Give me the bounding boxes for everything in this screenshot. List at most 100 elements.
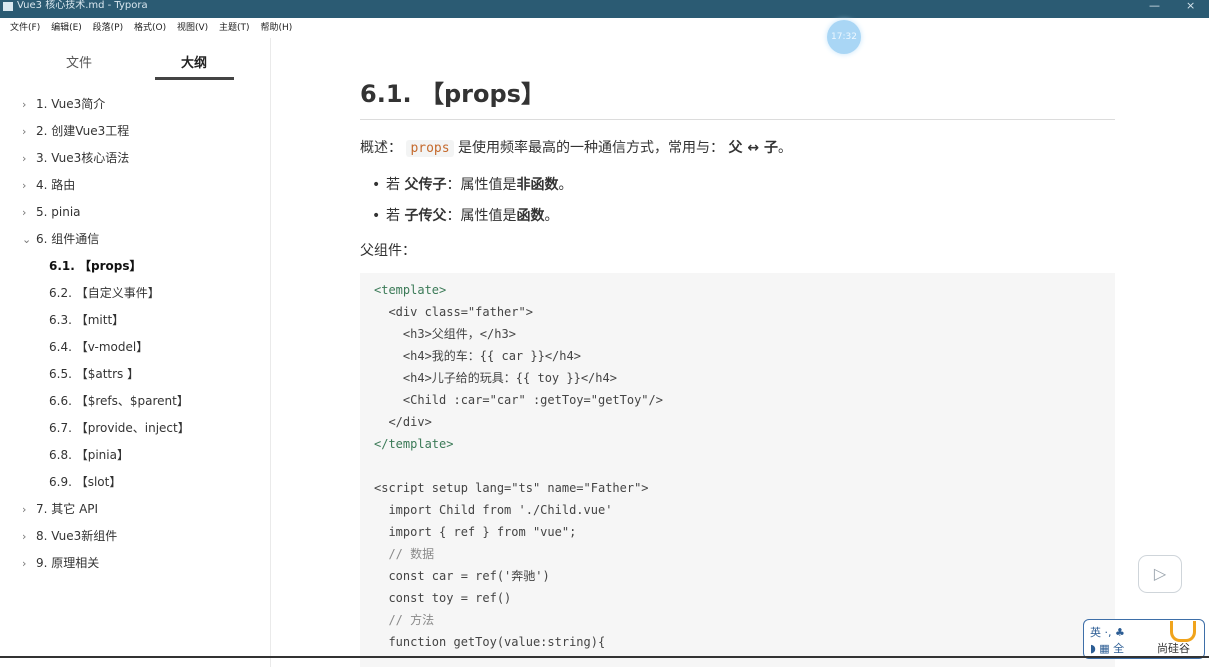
outline-item-9[interactable]: › 9. 原理相关 [22, 553, 99, 573]
code-line-16: // 方法 [374, 613, 435, 627]
bullet-end: 。 [544, 208, 559, 224]
outline-item-label: 6. 组件通信 [36, 232, 100, 246]
code-block[interactable]: <template> <div class="father"> <h3>父组件，… [360, 273, 1115, 667]
menu-edit[interactable]: 编辑(E) [51, 18, 82, 38]
outline-item-3[interactable]: › 3. Vue3核心语法 [22, 148, 129, 168]
chevron-right-icon: › [22, 152, 27, 165]
active-tab-indicator [155, 77, 234, 80]
menu-format[interactable]: 格式(O) [134, 18, 166, 38]
outline-subitem-6-6[interactable]: 6.6. 【$refs、$parent】 [49, 391, 189, 411]
code-line-14: const car = ref('奔驰') [374, 569, 550, 583]
outline-item-2[interactable]: › 2. 创建Vue3工程 [22, 121, 129, 141]
code-line-7: </div> [374, 415, 432, 429]
summary-prefix: 概述： [360, 140, 402, 156]
heading-divider [360, 119, 1115, 120]
outline-subitem-6-5[interactable]: 6.5. 【$attrs 】 [49, 364, 139, 384]
bottom-divider [0, 656, 1209, 658]
code-line-2: <div class="father"> [374, 305, 533, 319]
editor-content[interactable]: 6.1. 【props】 概述： props 是使用频率最高的一种通信方式，常用… [271, 38, 1209, 667]
chevron-right-icon: › [22, 206, 27, 219]
outline-subitem-6-4[interactable]: 6.4. 【v-model】 [49, 337, 148, 357]
chevron-right-icon: › [22, 503, 27, 516]
summary-end: 。 [777, 140, 792, 156]
chevron-right-icon: › [22, 557, 27, 570]
brand-logo-icon [1170, 621, 1196, 642]
sidebar: 文件 大纲 › 1. Vue3简介 › 2. 创建Vue3工程 › 3. Vue3核心… [0, 38, 271, 667]
ime-status-line1: 英 ·, ♣ [1090, 626, 1125, 639]
code-line-8: </template> [374, 437, 454, 451]
outline-subitem-6-8[interactable]: 6.8. 【pinia】 [49, 445, 129, 465]
ime-status-line2: ◗ ▦ 全 [1090, 642, 1125, 655]
outline-item-label: 2. 创建Vue3工程 [36, 124, 130, 138]
summary-bold: 父 ↔ 子 [728, 140, 778, 156]
bullet-item-1: • 若 父传子：属性值是非函数。 [372, 174, 572, 194]
bullet-mid: ：属性值是 [446, 208, 517, 224]
bullet-bold: 函数 [516, 208, 545, 224]
outline-item-4[interactable]: › 4. 路由 [22, 175, 75, 195]
outline-item-8[interactable]: › 8. Vue3新组件 [22, 526, 117, 546]
outline-subitem-6-2[interactable]: 6.2. 【自定义事件】 [49, 283, 160, 303]
outline-item-label: 9. 原理相关 [36, 556, 100, 570]
chevron-right-icon: › [22, 179, 27, 192]
summary-mid: 是使用频率最高的一种通信方式，常用与： [458, 140, 725, 156]
code-line-5: <h4>儿子给的玩具：{{ toy }}</h4> [374, 371, 617, 385]
inline-code-props: props [406, 140, 454, 157]
code-line-3: <h3>父组件，</h3> [374, 327, 516, 341]
menu-help[interactable]: 帮助(H) [260, 18, 292, 38]
sidebar-tabs: 文件 大纲 [0, 38, 270, 82]
code-line-15: const toy = ref() [374, 591, 512, 605]
menu-file[interactable]: 文件(F) [10, 18, 40, 38]
parent-component-label: 父组件： [360, 243, 416, 259]
outline-item-1[interactable]: › 1. Vue3简介 [22, 94, 105, 114]
restore-window-icon[interactable]: — [1149, 0, 1160, 12]
bullet-bold: 父传子 [404, 177, 447, 193]
bullet-prefix: 若 [386, 208, 405, 224]
outline-item-label: 3. Vue3核心语法 [36, 151, 130, 165]
chevron-down-icon: ⌄ [22, 233, 32, 246]
ime-toolbar[interactable]: 英 ·, ♣ ◗ ▦ 全 尚硅谷 [1083, 619, 1205, 659]
brand-name: 尚硅谷 [1157, 642, 1190, 655]
outline-subitem-6-7[interactable]: 6.7. 【provide、inject】 [49, 418, 190, 438]
bullet-bold: 非函数 [516, 177, 559, 193]
bullet-end: 。 [558, 177, 573, 193]
section-heading: 6.1. 【props】 [360, 80, 545, 108]
outline-subitem-6-1[interactable]: 6.1. 【props】 [49, 256, 141, 276]
chevron-right-icon: › [22, 98, 27, 111]
chevron-right-icon: › [22, 530, 27, 543]
code-line-4: <h4>我的车：{{ car }}</h4> [374, 349, 581, 363]
menu-bar: 文件(F) 编辑(E) 段落(P) 格式(O) 视图(V) 主题(T) 帮助(H… [0, 18, 1209, 38]
code-line-11: import Child from './Child.vue' [374, 503, 613, 517]
outline-item-7[interactable]: › 7. 其它 API [22, 499, 98, 519]
code-line-10: <script setup lang="ts" name="Father"> [374, 481, 649, 495]
bullet-bold: 子传父 [404, 208, 447, 224]
outline-item-5[interactable]: › 5. pinia [22, 202, 81, 222]
tab-files[interactable]: 文件 [66, 52, 92, 71]
typora-app-icon [3, 2, 13, 11]
chevron-right-icon: › [22, 125, 27, 138]
bullet-dot: • [372, 177, 381, 193]
outline-item-label: 4. 路由 [36, 178, 76, 192]
close-window-icon[interactable]: × [1186, 0, 1195, 12]
menu-theme[interactable]: 主题(T) [219, 18, 250, 38]
outline-item-label: 7. 其它 API [36, 502, 99, 516]
summary-paragraph: 概述： props 是使用频率最高的一种通信方式，常用与： 父 ↔ 子。 [360, 137, 792, 157]
outline-item-label: 5. pinia [36, 205, 81, 219]
menu-paragraph[interactable]: 段落(P) [93, 18, 123, 38]
bullet-prefix: 若 [386, 177, 405, 193]
outline-item-6[interactable]: ⌄ 6. 组件通信 [22, 229, 99, 249]
title-bar: Vue3 核心技术.md - Typora — × [0, 0, 1209, 18]
code-line-12: import { ref } from "vue"; [374, 525, 577, 539]
menu-view[interactable]: 视图(V) [177, 18, 208, 38]
code-line-6: <Child :car="car" :getToy="getToy"/> [374, 393, 663, 407]
code-line-17: function getToy(value:string){ [374, 635, 606, 649]
outline-subitem-6-9[interactable]: 6.9. 【slot】 [49, 472, 121, 492]
code-line-13: // 数据 [374, 547, 435, 561]
play-icon[interactable]: ▷ [1138, 555, 1182, 593]
tab-outline[interactable]: 大纲 [181, 52, 207, 71]
outline-item-label: 1. Vue3简介 [36, 97, 106, 111]
outline-subitem-6-3[interactable]: 6.3. 【mitt】 [49, 310, 124, 330]
bullet-dot: • [372, 208, 381, 224]
bullet-item-2: • 若 子传父：属性值是函数。 [372, 205, 558, 225]
window-title: Vue3 核心技术.md - Typora [17, 0, 148, 11]
outline-item-label: 8. Vue3新组件 [36, 529, 118, 543]
